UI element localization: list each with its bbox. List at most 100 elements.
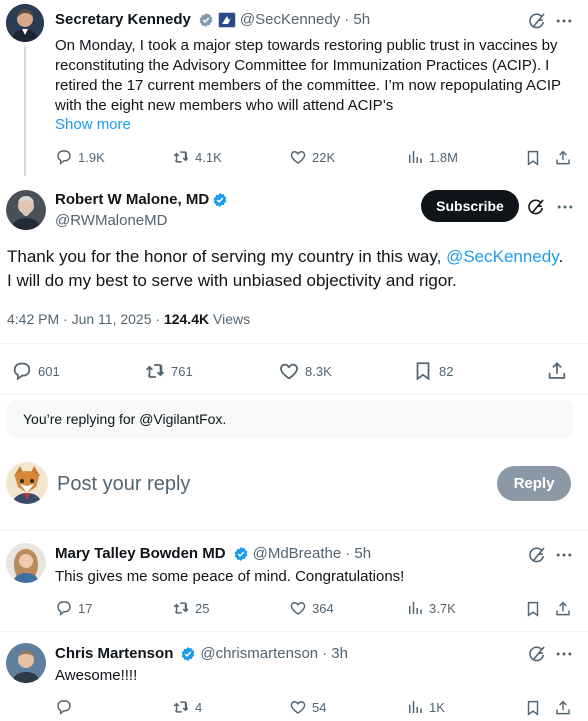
repost-action[interactable]: 25 [172, 599, 209, 617]
reply-action[interactable]: 17 [55, 599, 92, 617]
author-handle[interactable]: @chrismartenson [200, 645, 318, 662]
repost-icon [172, 698, 190, 716]
views-action[interactable]: 1K [406, 698, 445, 716]
more-button[interactable] [553, 544, 575, 566]
like-count: 8.3K [305, 363, 332, 379]
reply-count: 601 [38, 363, 60, 379]
subscribe-button[interactable]: Subscribe [421, 190, 519, 222]
author-name[interactable]: Secretary Kennedy [55, 11, 191, 28]
grok-button[interactable] [526, 643, 548, 665]
replying-notice: You’re replying for @VigilantFox. [7, 400, 573, 438]
bookmark-button[interactable] [522, 598, 544, 620]
like-action[interactable]: 22K [289, 148, 335, 166]
reply-action[interactable]: 1.9K [55, 148, 105, 166]
avatar-image [6, 643, 46, 683]
author-name[interactable]: Mary Talley Bowden MD [55, 545, 226, 562]
post-time[interactable]: · 5h [344, 11, 370, 28]
author-handle[interactable]: @MdBreathe [253, 545, 342, 562]
views-icon [406, 148, 424, 166]
like-icon [278, 360, 300, 382]
avatar[interactable] [6, 543, 46, 583]
replying-notice-text: You’re replying for @VigilantFox. [23, 411, 227, 427]
fox-avatar-image [6, 462, 48, 504]
bookmark-button[interactable] [522, 697, 544, 719]
author-name[interactable]: Chris Martenson [55, 645, 173, 662]
views-count: 3.7K [429, 600, 456, 616]
thread-connector-line [24, 46, 26, 176]
grok-icon [527, 545, 547, 565]
grok-button[interactable] [526, 10, 548, 32]
composer-avatar[interactable] [6, 462, 48, 504]
bookmark-action[interactable]: 82 [412, 360, 453, 382]
post-text: Thank you for the honor of serving my co… [7, 245, 582, 293]
government-badge-icon [217, 11, 236, 28]
repost-action[interactable]: 761 [144, 360, 193, 382]
author-name[interactable]: Robert W Malone, MD [55, 191, 209, 208]
grok-button[interactable] [525, 196, 547, 218]
views-count: 124.4K [163, 311, 210, 327]
mention-link[interactable]: @SecKennedy [446, 247, 558, 266]
post-meta: 4:42 PM · Jun 11, 2025 · 124.4K Views [7, 311, 250, 327]
show-more-link[interactable]: Show more [55, 116, 131, 133]
post-time[interactable]: · 5h [345, 545, 371, 562]
reply-icon [55, 599, 73, 617]
reply-button[interactable]: Reply [497, 466, 571, 501]
post-text-part: Thank you for the honor of serving my co… [7, 247, 447, 266]
reply-count: 17 [78, 600, 93, 616]
repost-action[interactable]: 4.1K [172, 148, 222, 166]
author-handle[interactable]: @SecKennedy [240, 11, 340, 28]
verified-icon [233, 546, 249, 562]
bookmark-icon [524, 699, 542, 717]
avatar[interactable] [6, 643, 46, 683]
repost-count: 4.1K [195, 149, 222, 165]
like-action[interactable]: 8.3K [278, 360, 332, 382]
reply-count: 1.9K [78, 149, 105, 165]
like-icon [289, 148, 307, 166]
views-count: 1K [429, 699, 445, 715]
tweet-text: Awesome!!!! [55, 667, 138, 684]
verified-icon [212, 192, 228, 208]
divider [0, 530, 588, 531]
divider [0, 343, 588, 344]
reply-action[interactable]: 601 [11, 360, 60, 382]
share-button[interactable] [552, 697, 574, 719]
reply-input[interactable]: Post your reply [57, 473, 190, 496]
more-button[interactable] [553, 643, 575, 665]
reply-action[interactable] [55, 698, 78, 716]
repost-icon [172, 599, 190, 617]
share-button[interactable] [552, 147, 574, 169]
bookmark-icon [524, 149, 542, 167]
post-time[interactable]: · 3h [322, 645, 348, 662]
grok-icon [526, 197, 546, 217]
share-icon [554, 149, 572, 167]
avatar[interactable] [6, 190, 46, 230]
tweet-header: Mary Talley Bowden MD @MdBreathe · 5h [55, 545, 371, 562]
reply-button-label: Reply [513, 475, 555, 492]
like-icon [289, 698, 307, 716]
like-count: 54 [312, 699, 327, 715]
repost-icon [144, 360, 166, 382]
reply-icon [55, 698, 73, 716]
share-button[interactable] [545, 359, 569, 383]
like-action[interactable]: 364 [289, 599, 334, 617]
grok-icon [527, 11, 547, 31]
bookmark-button[interactable] [522, 147, 544, 169]
more-button[interactable] [553, 10, 575, 32]
repost-count: 25 [195, 600, 210, 616]
views-action[interactable]: 1.8M [406, 148, 458, 166]
avatar[interactable] [6, 4, 44, 42]
repost-action[interactable]: 4 [172, 698, 202, 716]
timestamp[interactable]: 4:42 PM · Jun 11, 2025 · [7, 311, 164, 327]
views-icon [406, 599, 424, 617]
views-action[interactable]: 3.7K [406, 599, 456, 617]
share-button[interactable] [552, 598, 574, 620]
author-handle[interactable]: @RWMaloneMD [55, 212, 167, 229]
avatar-image [6, 543, 46, 583]
repost-count: 761 [171, 363, 193, 379]
reply-icon [55, 148, 73, 166]
reply-icon [11, 360, 33, 382]
like-action[interactable]: 54 [289, 698, 326, 716]
more-icon [555, 197, 575, 217]
more-button[interactable] [554, 196, 576, 218]
grok-button[interactable] [526, 544, 548, 566]
